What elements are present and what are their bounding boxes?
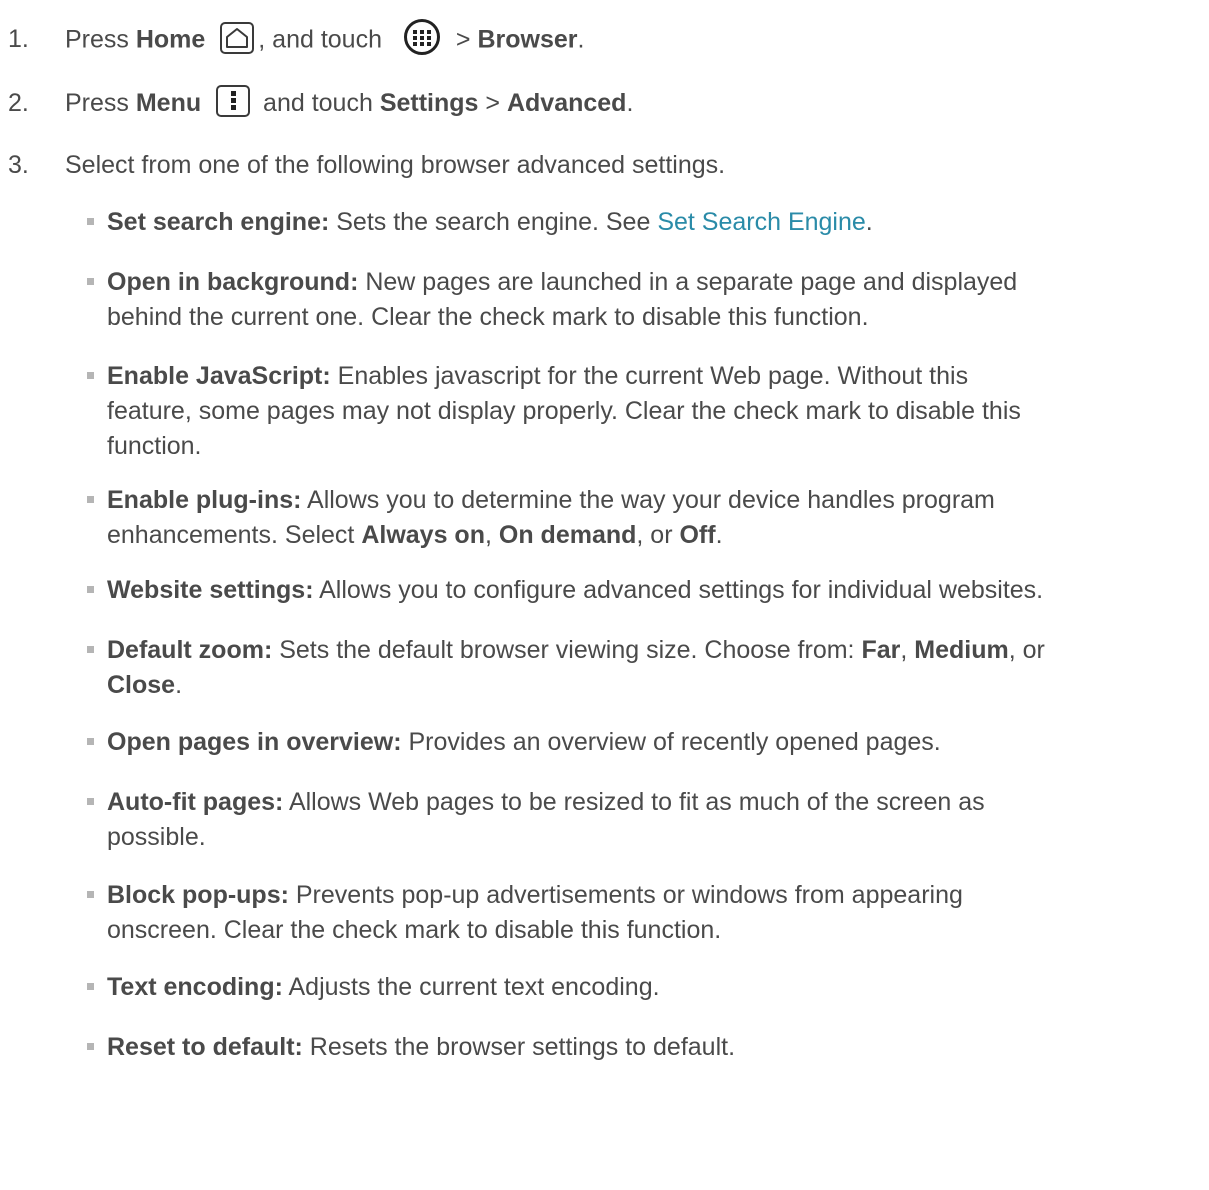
advanced-label: Advanced [506, 89, 627, 117]
apps-icon [403, 18, 441, 56]
bullet-icon [87, 278, 94, 285]
bullet-icon [87, 496, 94, 503]
settings-label: Settings [379, 89, 479, 117]
bullet-icon [87, 983, 94, 990]
step-number: 2. [8, 89, 29, 117]
bullet-icon [87, 646, 94, 653]
home-label: Home [135, 25, 206, 54]
step-text: Press Home , and touch > Browser. [65, 19, 584, 60]
step-number: 3. [8, 151, 29, 179]
step-number: 1. [8, 25, 29, 53]
browser-label: Browser [477, 25, 578, 54]
step-text: Select from one of the following browser… [65, 151, 726, 179]
home-icon [220, 22, 255, 54]
bullet-icon [87, 586, 94, 593]
bullet-icon [87, 1043, 94, 1050]
menu-label: Menu [135, 89, 202, 117]
bullet-icon [87, 218, 94, 225]
bullet-icon [87, 891, 94, 898]
bullet-icon [87, 738, 94, 745]
step-text: Press Menu and touch Settings > Advanced… [65, 85, 633, 121]
bullet-icon [87, 372, 94, 379]
bullet-icon [87, 798, 94, 805]
menu-icon [216, 85, 251, 118]
set-search-engine-link[interactable]: Set Search Engine [657, 208, 865, 236]
